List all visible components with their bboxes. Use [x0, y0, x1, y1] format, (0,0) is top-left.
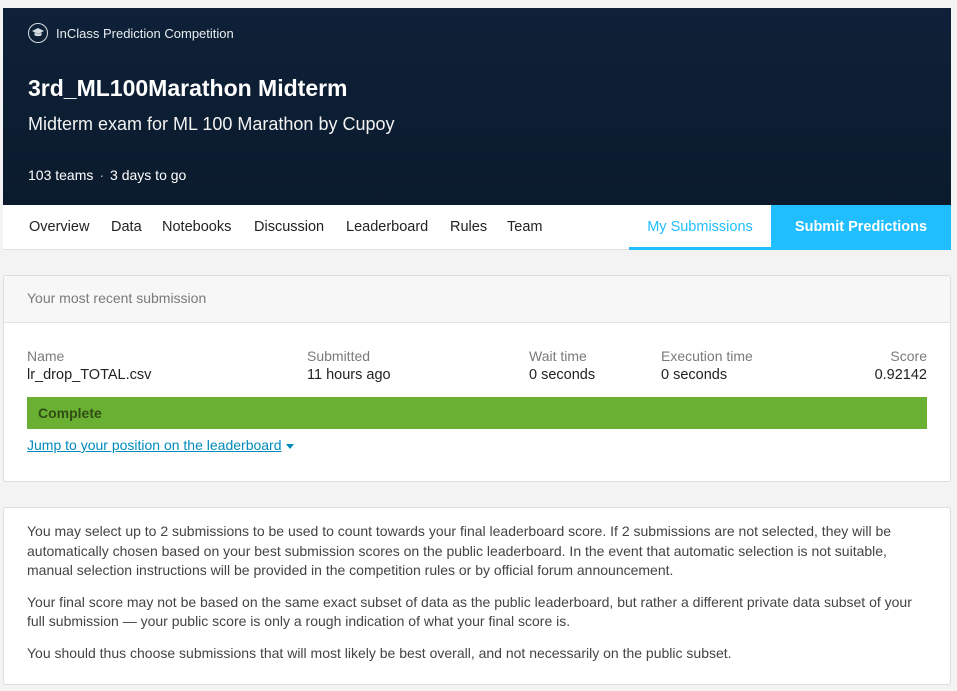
wait-time-label: Wait time	[529, 348, 587, 364]
competition-header: InClass Prediction Competition 3rd_ML100…	[3, 8, 951, 205]
submitted-label: Submitted	[307, 348, 371, 364]
name-label: Name	[27, 348, 65, 364]
execution-time-column: Execution time 0 seconds	[661, 348, 753, 383]
competition-meta: 103 teams · 3 days to go	[28, 167, 186, 183]
execution-time-label: Execution time	[661, 348, 753, 364]
submitted-value: 11 hours ago	[307, 367, 391, 383]
recent-submission-heading: Your most recent submission	[4, 276, 950, 323]
tab-discussion[interactable]: Discussion	[254, 205, 324, 250]
wait-time-column: Wait time 0 seconds	[529, 348, 595, 383]
competition-type-label: InClass Prediction Competition	[56, 25, 234, 41]
competition-subtitle: Midterm exam for ML 100 Marathon by Cupo…	[28, 114, 395, 134]
submission-info-card: You may select up to 2 submissions to be…	[3, 507, 951, 685]
info-paragraph: You should thus choose submissions that …	[27, 644, 732, 661]
jump-link-label: Jump to your position on the leaderboard	[27, 437, 282, 453]
submission-file-name: lr_drop_TOTAL.csv	[27, 367, 152, 383]
competition-title: 3rd_ML100Marathon Midterm	[28, 75, 348, 101]
tab-overview[interactable]: Overview	[29, 205, 89, 250]
competition-nav: Overview Data Notebooks Discussion Leade…	[3, 205, 951, 250]
chevron-down-icon	[285, 443, 294, 449]
deadline-text: 3 days to go	[110, 167, 187, 183]
jump-to-leaderboard-link[interactable]: Jump to your position on the leaderboard	[27, 437, 294, 453]
execution-time-value: 0 seconds	[661, 367, 728, 383]
info-paragraph: Your final score may not be based on the…	[27, 593, 912, 630]
submit-predictions-button[interactable]: Submit Predictions	[771, 205, 951, 250]
meta-separator: ·	[99, 167, 105, 183]
tab-data[interactable]: Data	[111, 205, 142, 250]
status-badge: Complete	[27, 397, 927, 429]
info-paragraph: You may select up to 2 submissions to be…	[27, 523, 892, 578]
tab-my-submissions[interactable]: My Submissions	[629, 205, 771, 250]
submitted-column: Submitted 11 hours ago	[307, 348, 391, 383]
graduation-cap-icon	[28, 23, 48, 43]
score-label: Score	[890, 348, 927, 364]
tab-notebooks[interactable]: Notebooks	[162, 205, 231, 250]
competition-badge: InClass Prediction Competition	[28, 23, 234, 43]
recent-submission-card: Your most recent submission Name lr_drop…	[3, 275, 951, 482]
tab-team[interactable]: Team	[507, 205, 542, 250]
score-column: Score 0.92142	[875, 348, 927, 383]
score-value: 0.92142	[874, 367, 927, 383]
submission-name-column: Name lr_drop_TOTAL.csv	[27, 348, 151, 383]
tab-rules[interactable]: Rules	[450, 205, 487, 250]
tab-leaderboard[interactable]: Leaderboard	[346, 205, 428, 250]
wait-time-value: 0 seconds	[529, 367, 596, 383]
team-count: 103 teams	[28, 167, 94, 183]
